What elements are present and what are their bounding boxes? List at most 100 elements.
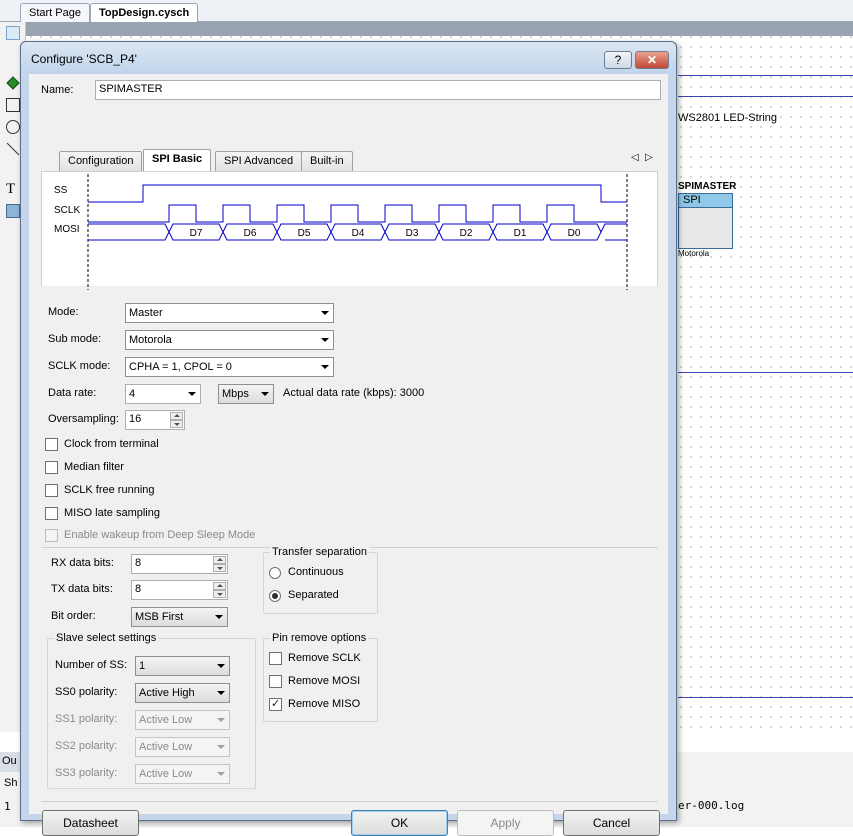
ss-signal-label: SS <box>54 185 68 196</box>
sclk-mode-value: CPHA = 1, CPOL = 0 <box>129 361 232 373</box>
tab-spi-advanced[interactable]: SPI Advanced <box>215 151 303 171</box>
spin-up-icon[interactable] <box>213 556 226 564</box>
remove-sclk-checkbox[interactable] <box>269 652 282 665</box>
remove-mosi-checkbox[interactable] <box>269 675 282 688</box>
help-button[interactable]: ? <box>604 51 632 69</box>
pointer-tool-icon[interactable] <box>6 26 20 40</box>
enable-wakeup-label: Enable wakeup from Deep Sleep Mode <box>64 529 256 541</box>
spi-timing-diagram: SS SCLK MOSI D7 D6 D5 D4 D3 D2 D1 D0 <box>54 174 628 290</box>
rx-data-bits-stepper[interactable]: 8 <box>131 554 228 574</box>
data-rate-unit-select[interactable]: Mbps <box>218 384 274 404</box>
separated-label[interactable]: Separated <box>288 589 339 601</box>
sclk-mode-label: SCLK mode: <box>48 360 111 372</box>
number-of-ss-label: Number of SS: <box>55 659 128 671</box>
ss0-polarity-value: Active High <box>139 687 195 699</box>
miso-late-sampling-label[interactable]: MISO late sampling <box>64 507 160 519</box>
data-rate-combo[interactable]: 4 <box>125 384 201 404</box>
scb-component-symbol[interactable]: SPIMASTER SPI Motorola <box>678 181 737 259</box>
text-tool-icon[interactable]: T <box>6 182 20 197</box>
sub-mode-value: Motorola <box>129 334 172 346</box>
spin-down-icon[interactable] <box>170 420 183 428</box>
spin-down-icon[interactable] <box>213 564 226 572</box>
data-rate-unit-value: Mbps <box>222 388 249 400</box>
separated-radio[interactable] <box>269 590 281 602</box>
sclk-signal-label: SCLK <box>54 205 80 216</box>
cancel-button[interactable]: Cancel <box>563 810 660 836</box>
ok-button[interactable]: OK <box>351 810 448 836</box>
mosi-bit-label: D4 <box>352 228 365 239</box>
number-of-ss-select[interactable]: 1 <box>135 656 230 676</box>
remove-miso-checkbox[interactable] <box>269 697 282 711</box>
rx-data-bits-value: 8 <box>135 557 142 569</box>
component-instance-name: SPIMASTER <box>678 181 737 192</box>
ss0-polarity-select[interactable]: Active High <box>135 683 230 703</box>
bit-order-select[interactable]: MSB First <box>131 607 228 627</box>
ss1-polarity-label: SS1 polarity: <box>55 713 118 725</box>
mosi-bit-label: D3 <box>406 228 419 239</box>
tab-built-in[interactable]: Built-in <box>301 151 353 171</box>
ss1-polarity-value: Active Low <box>139 714 193 726</box>
tab-configuration[interactable]: Configuration <box>59 151 143 171</box>
spin-up-icon[interactable] <box>170 412 183 420</box>
continuous-radio[interactable] <box>269 567 281 579</box>
chevron-down-icon <box>217 691 225 695</box>
transfer-separation-title: Transfer separation <box>270 546 369 558</box>
mosi-bit-label: D7 <box>190 228 203 239</box>
remove-mosi-label[interactable]: Remove MOSI <box>288 675 360 687</box>
mosi-bit-label: D6 <box>244 228 257 239</box>
dialog-client-area: Name: SPIMASTER Configuration SPI Basic … <box>29 74 668 836</box>
tab-shell[interactable]: Sh <box>0 775 22 793</box>
oversampling-stepper[interactable]: 16 <box>125 410 185 430</box>
mode-select[interactable]: Master <box>125 303 334 323</box>
ellipse-tool-icon[interactable] <box>6 120 20 134</box>
tab-spi-basic[interactable]: SPI Basic <box>143 149 212 172</box>
oversampling-label: Oversampling: <box>48 413 119 425</box>
tab-scroll-left-icon[interactable]: ◁ <box>631 152 639 163</box>
chevron-down-icon <box>321 338 329 342</box>
chevron-down-icon <box>217 745 225 749</box>
sheet-border-line <box>678 372 853 373</box>
miso-late-sampling-checkbox[interactable] <box>45 507 58 520</box>
sclk-free-running-label[interactable]: SCLK free running <box>64 484 155 496</box>
sheet-border-line <box>678 697 853 698</box>
tab-topdesign[interactable]: TopDesign.cysch <box>90 3 199 23</box>
clock-from-terminal-label[interactable]: Clock from terminal <box>64 438 159 450</box>
ss2-polarity-select: Active Low <box>135 737 230 757</box>
enable-wakeup-checkbox <box>45 529 58 542</box>
oversampling-value: 16 <box>129 413 142 425</box>
tab-scroll-right-icon[interactable]: ▷ <box>645 152 653 163</box>
name-label: Name: <box>41 84 74 96</box>
datasheet-button[interactable]: Datasheet <box>42 810 139 836</box>
line-tool-icon[interactable] <box>6 142 20 156</box>
component-tool-icon[interactable] <box>6 76 20 90</box>
spin-up-icon[interactable] <box>213 582 226 590</box>
configure-dialog: Configure 'SCB_P4' ? ✕ Name: SPIMASTER C… <box>20 41 677 836</box>
clock-from-terminal-checkbox[interactable] <box>45 438 58 451</box>
dialog-titlebar[interactable]: Configure 'SCB_P4' ? ✕ <box>21 42 676 74</box>
tab-output[interactable]: Ou <box>0 752 22 772</box>
button-divider <box>41 801 658 802</box>
mosi-bit-label: D2 <box>460 228 473 239</box>
tab-start-page[interactable]: Start Page <box>20 3 90 22</box>
remove-miso-label[interactable]: Remove MISO <box>288 698 360 710</box>
spin-down-icon[interactable] <box>213 590 226 598</box>
sub-mode-select[interactable]: Motorola <box>125 330 334 350</box>
sclk-free-running-checkbox[interactable] <box>45 484 58 497</box>
remove-sclk-label[interactable]: Remove SCLK <box>288 652 361 664</box>
rx-data-bits-label: RX data bits: <box>51 557 114 569</box>
sclk-mode-select[interactable]: CPHA = 1, CPOL = 0 <box>125 357 334 377</box>
document-tab-bar: Start Page TopDesign.cysch <box>0 0 853 23</box>
sheet-border-line <box>678 96 853 97</box>
chevron-down-icon <box>217 718 225 722</box>
image-tool-icon[interactable] <box>6 204 20 218</box>
apply-button[interactable]: Apply <box>457 810 554 836</box>
tx-data-bits-label: TX data bits: <box>51 583 113 595</box>
median-filter-label[interactable]: Median filter <box>64 461 124 473</box>
tx-data-bits-stepper[interactable]: 8 <box>131 580 228 600</box>
close-button[interactable]: ✕ <box>635 51 669 69</box>
continuous-label[interactable]: Continuous <box>288 566 344 578</box>
canvas-text-label[interactable]: WS2801 LED-String <box>678 112 778 124</box>
rectangle-tool-icon[interactable] <box>6 98 20 112</box>
median-filter-checkbox[interactable] <box>45 461 58 474</box>
name-input[interactable]: SPIMASTER <box>95 80 661 100</box>
